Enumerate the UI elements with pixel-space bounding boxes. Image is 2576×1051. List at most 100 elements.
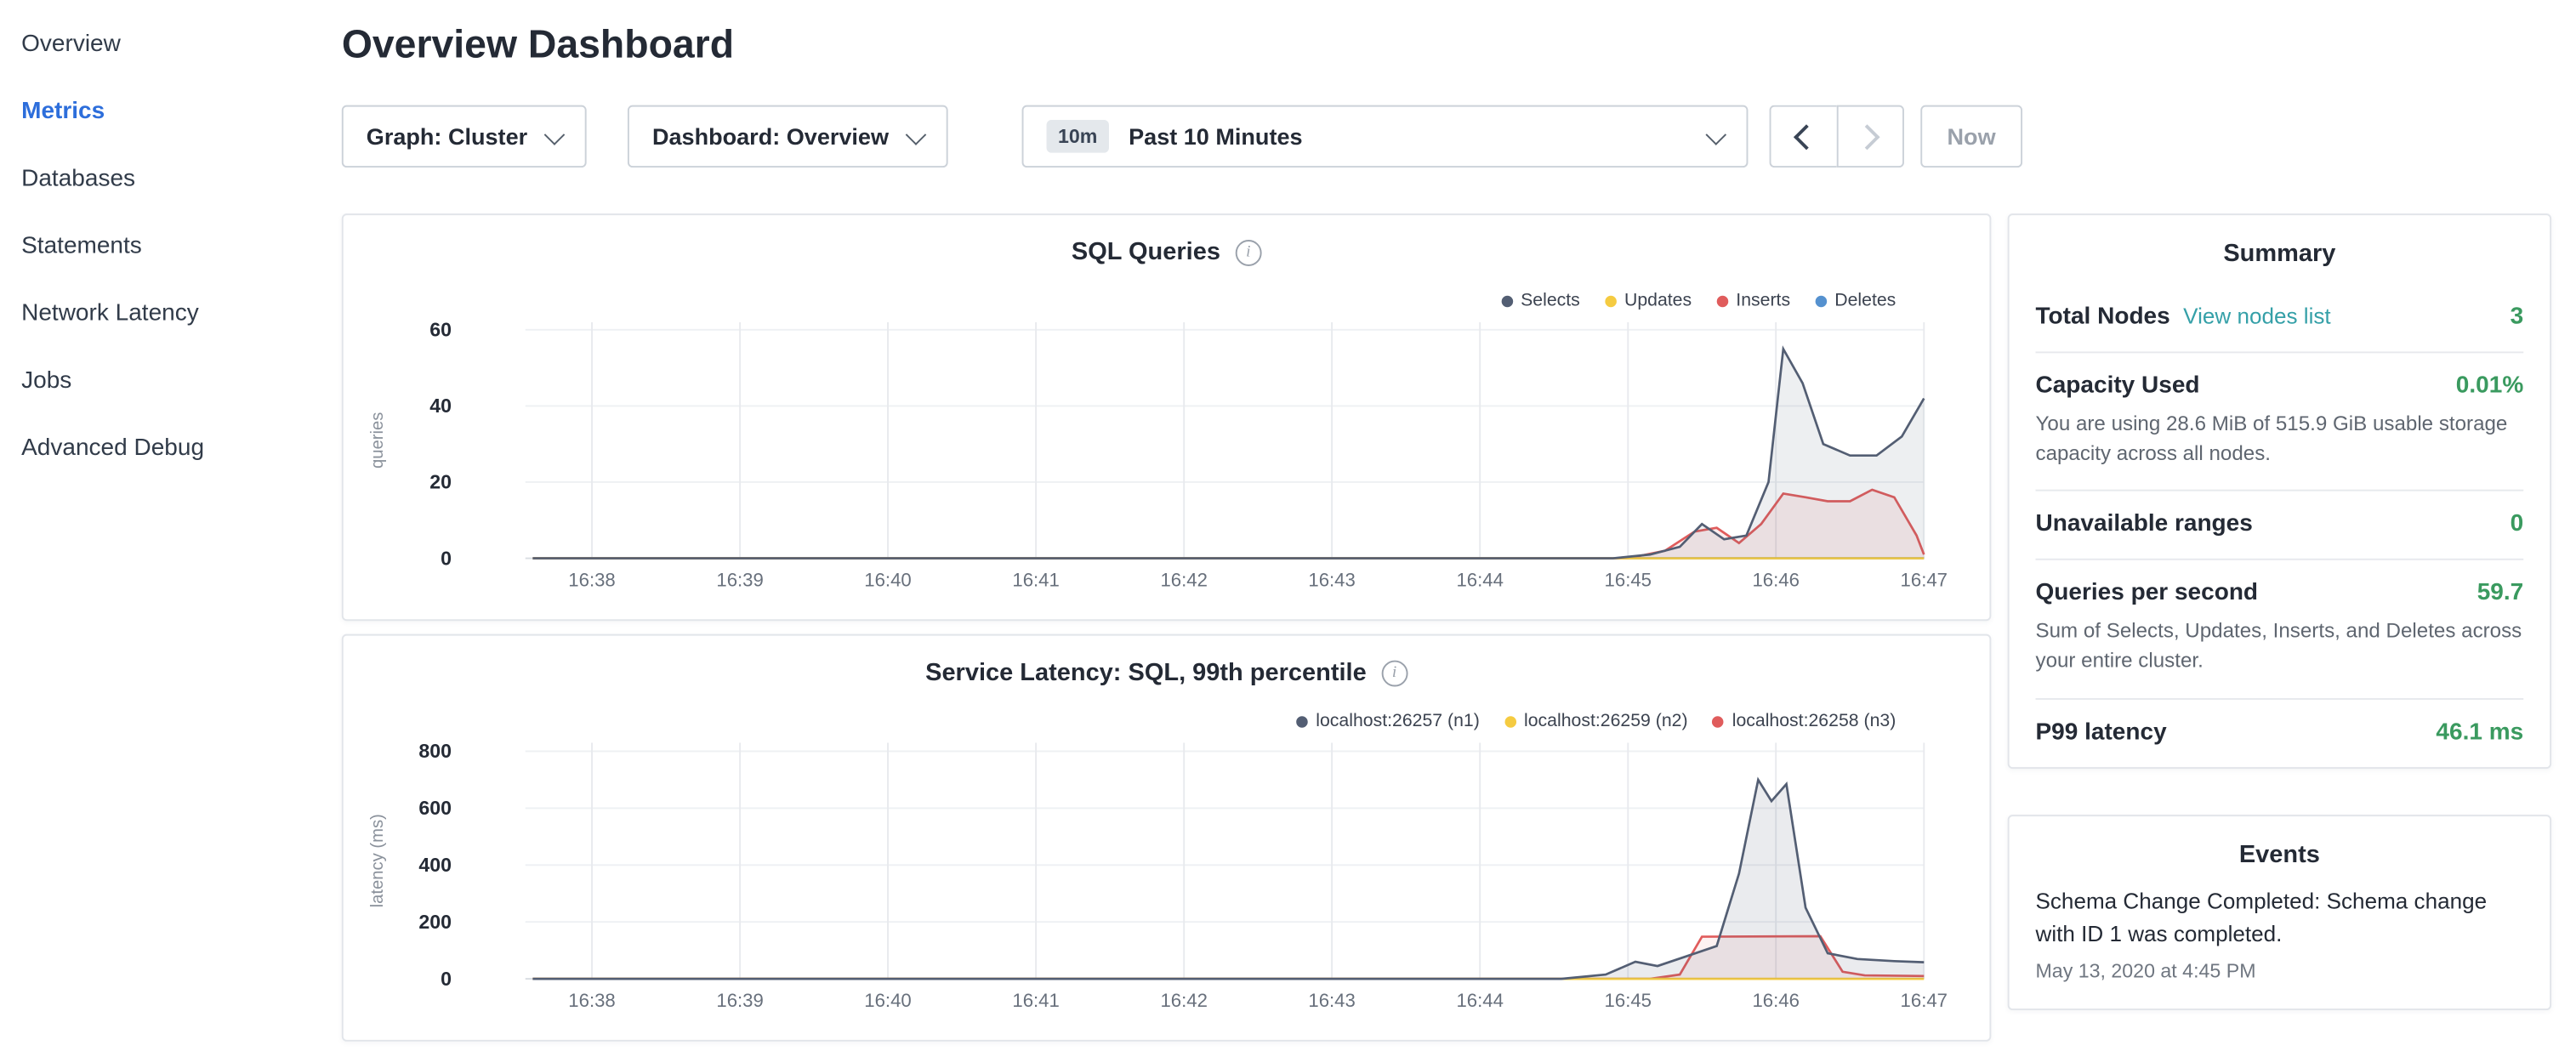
y-tick-label: 400 bbox=[418, 854, 452, 876]
legend-dot-icon bbox=[1713, 715, 1725, 727]
summary-value: 0.01% bbox=[2456, 373, 2523, 400]
summary-row-unavailable-ranges: Unavailable ranges 0 bbox=[2036, 490, 2524, 559]
service-latency-panel: Service Latency: SQL, 99th percentile i … bbox=[342, 634, 1992, 1042]
legend-dot-icon bbox=[1296, 715, 1308, 727]
sidebar-item-metrics[interactable]: Metrics bbox=[0, 77, 342, 145]
app-root: Overview Metrics Databases Statements Ne… bbox=[0, 0, 2576, 1051]
y-tick-label: 20 bbox=[429, 471, 452, 493]
x-tick-label: 16:45 bbox=[1605, 990, 1652, 1011]
time-back-button[interactable] bbox=[1769, 105, 1836, 168]
x-tick-label: 16:42 bbox=[1160, 990, 1207, 1011]
graph-dropdown[interactable]: Graph: Cluster bbox=[342, 105, 587, 168]
y-tick-label: 0 bbox=[441, 547, 452, 569]
y-tick-label: 600 bbox=[418, 797, 452, 819]
y-axis-label: queries bbox=[368, 412, 387, 469]
time-pager bbox=[1769, 105, 1903, 168]
chevron-left-icon bbox=[1794, 123, 1820, 149]
x-tick-label: 16:45 bbox=[1605, 569, 1652, 590]
legend-item: localhost:26258 (n3) bbox=[1713, 711, 1896, 730]
sidebar: Overview Metrics Databases Statements Ne… bbox=[0, 0, 342, 1051]
info-icon[interactable]: i bbox=[1381, 660, 1407, 686]
event-message: Schema Change Completed: Schema change w… bbox=[2036, 884, 2524, 951]
sidebar-item-jobs[interactable]: Jobs bbox=[0, 347, 342, 414]
sidebar-item-overview[interactable]: Overview bbox=[0, 10, 342, 77]
right-column: Summary Total NodesView nodes list 3 Cap… bbox=[2008, 213, 2551, 1042]
summary-row-p99-latency: P99 latency 46.1 ms bbox=[2036, 697, 2524, 766]
summary-panel: Summary Total NodesView nodes list 3 Cap… bbox=[2008, 213, 2551, 768]
x-tick-label: 16:39 bbox=[716, 569, 763, 590]
charts-column: SQL Queries i SelectsUpdatesInsertsDelet… bbox=[342, 213, 1992, 1042]
x-tick-label: 16:39 bbox=[716, 990, 763, 1011]
sidebar-item-advanced-debug[interactable]: Advanced Debug bbox=[0, 414, 342, 481]
summary-title: Summary bbox=[2036, 215, 2524, 284]
legend-dot-icon bbox=[1716, 295, 1728, 307]
chevron-right-icon bbox=[1854, 123, 1879, 149]
legend-dot-icon bbox=[1504, 715, 1516, 727]
summary-value: 0 bbox=[2511, 511, 2524, 537]
chart-title: Service Latency: SQL, 99th percentile bbox=[925, 659, 1367, 687]
chevron-down-icon bbox=[544, 123, 566, 145]
y-tick-label: 200 bbox=[418, 911, 452, 933]
time-range-badge: 10m bbox=[1046, 120, 1108, 153]
dashboard-dropdown-label: Dashboard: Overview bbox=[652, 123, 889, 150]
legend-dot-icon bbox=[1605, 295, 1617, 307]
chart-title-row: SQL Queries i bbox=[344, 238, 1990, 266]
x-tick-label: 16:38 bbox=[568, 569, 615, 590]
x-tick-label: 16:46 bbox=[1752, 990, 1799, 1011]
chart-legend: localhost:26257 (n1) localhost:26259 (n2)… bbox=[1296, 711, 1896, 730]
sidebar-item-databases[interactable]: Databases bbox=[0, 145, 342, 212]
sql-queries-panel: SQL Queries i SelectsUpdatesInsertsDelet… bbox=[342, 213, 1992, 621]
sidebar-item-statements[interactable]: Statements bbox=[0, 212, 342, 279]
service-latency-chart: 16:3816:3916:4016:4116:4216:4316:4416:45… bbox=[344, 730, 1990, 1025]
x-tick-label: 16:41 bbox=[1012, 990, 1059, 1011]
page-title: Overview Dashboard bbox=[342, 23, 2576, 69]
dashboard-dropdown[interactable]: Dashboard: Overview bbox=[628, 105, 948, 168]
x-tick-label: 16:43 bbox=[1308, 569, 1355, 590]
legend-dot-icon bbox=[1501, 295, 1513, 307]
x-tick-label: 16:40 bbox=[864, 569, 911, 590]
events-title: Events bbox=[2036, 815, 2524, 884]
y-tick-label: 40 bbox=[429, 395, 452, 417]
summary-label: Queries per second bbox=[2036, 580, 2259, 606]
y-tick-label: 800 bbox=[418, 740, 452, 762]
time-range-label: Past 10 Minutes bbox=[1129, 123, 1302, 150]
events-panel: Events Schema Change Completed: Schema c… bbox=[2008, 814, 2551, 1010]
x-tick-label: 16:44 bbox=[1456, 990, 1503, 1011]
event-item: Schema Change Completed: Schema change w… bbox=[2036, 884, 2524, 982]
chart-legend: SelectsUpdatesInsertsDeletes bbox=[1501, 291, 1896, 310]
chart-title: SQL Queries bbox=[1072, 238, 1220, 266]
now-button[interactable]: Now bbox=[1920, 105, 2022, 168]
x-tick-label: 16:41 bbox=[1012, 569, 1059, 590]
view-nodes-link[interactable]: View nodes list bbox=[2183, 304, 2330, 328]
summary-value: 46.1 ms bbox=[2436, 719, 2523, 745]
series-area bbox=[532, 780, 1924, 979]
x-tick-label: 16:40 bbox=[864, 990, 911, 1011]
summary-row-total-nodes: Total NodesView nodes list 3 bbox=[2036, 284, 2524, 351]
y-tick-label: 0 bbox=[441, 968, 452, 990]
summary-label: Unavailable ranges bbox=[2036, 511, 2253, 537]
legend-item: Updates bbox=[1605, 291, 1692, 310]
x-tick-label: 16:46 bbox=[1752, 569, 1799, 590]
x-tick-label: 16:47 bbox=[1901, 990, 1948, 1011]
chevron-down-icon bbox=[906, 123, 927, 145]
summary-description: Sum of Selects, Updates, Inserts, and De… bbox=[2036, 616, 2524, 676]
legend-item: Deletes bbox=[1815, 291, 1896, 310]
y-tick-label: 60 bbox=[429, 319, 452, 341]
event-timestamp: May 13, 2020 at 4:45 PM bbox=[2036, 959, 2524, 982]
legend-item: localhost:26259 (n2) bbox=[1504, 711, 1688, 730]
content-row: SQL Queries i SelectsUpdatesInsertsDelet… bbox=[342, 213, 2576, 1042]
summary-value: 59.7 bbox=[2477, 580, 2524, 606]
summary-label: P99 latency bbox=[2036, 719, 2167, 745]
graph-dropdown-label: Graph: Cluster bbox=[367, 123, 527, 150]
legend-dot-icon bbox=[1815, 295, 1827, 307]
info-icon[interactable]: i bbox=[1235, 239, 1261, 265]
x-tick-label: 16:43 bbox=[1308, 990, 1355, 1011]
sql-queries-chart: 16:3816:3916:4016:4116:4216:4316:4416:45… bbox=[344, 309, 1990, 605]
sidebar-item-network-latency[interactable]: Network Latency bbox=[0, 279, 342, 346]
legend-item: localhost:26257 (n1) bbox=[1296, 711, 1480, 730]
time-range-dropdown[interactable]: 10m Past 10 Minutes bbox=[1021, 105, 1748, 168]
legend-item: Inserts bbox=[1716, 291, 1790, 310]
time-forward-button[interactable] bbox=[1837, 105, 1904, 168]
summary-value: 3 bbox=[2511, 304, 2524, 330]
summary-row-queries-per-second: Queries per second 59.7 Sum of Selects, … bbox=[2036, 559, 2524, 697]
